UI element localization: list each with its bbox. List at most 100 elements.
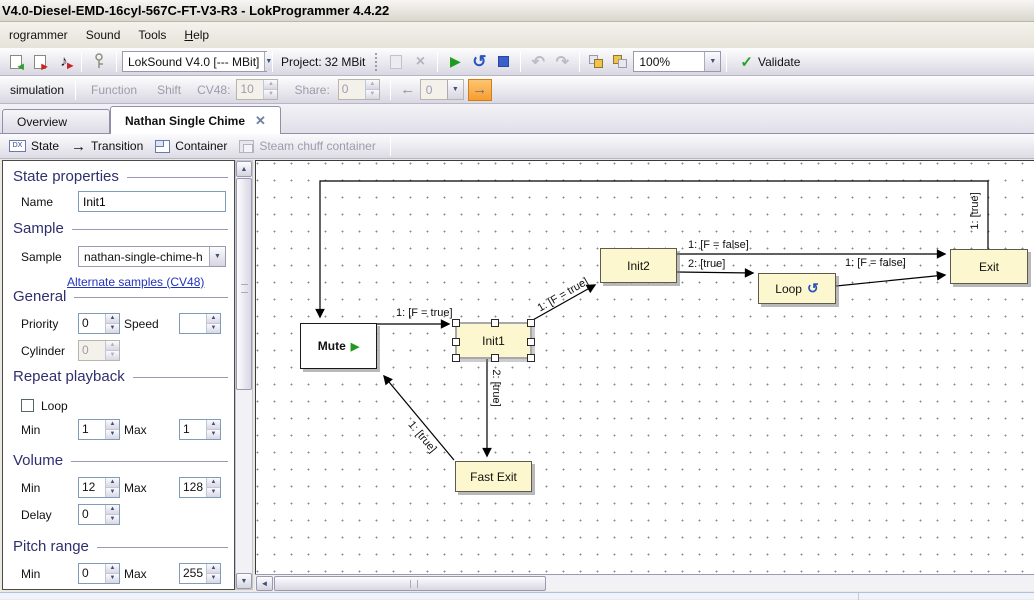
spin-up-icon[interactable]: ▲ <box>106 314 119 324</box>
spin-down-icon[interactable]: ▼ <box>106 430 119 439</box>
next-button[interactable]: → <box>468 79 492 101</box>
repeat-min-stepper[interactable]: 1 ▲▼ <box>78 419 120 440</box>
tab-nathan-single-chime[interactable]: Nathan Single Chime ✕ <box>110 106 281 134</box>
resize-handle[interactable] <box>491 319 499 327</box>
scroll-up-icon[interactable]: ▲ <box>236 161 252 177</box>
chevron-down-icon: ▼ <box>209 247 225 266</box>
transition-loop-to-exit[interactable] <box>836 275 945 286</box>
spin-up-icon[interactable]: ▲ <box>106 478 119 488</box>
cv48-stepper: 10 ▲▼ <box>236 79 278 100</box>
spin-down-icon[interactable]: ▼ <box>106 515 119 524</box>
canvas-horizontal-scrollbar[interactable]: ◄ <box>255 574 1034 591</box>
stop-button[interactable] <box>491 50 515 74</box>
write-decoder-button[interactable]: ► <box>28 50 52 74</box>
validate-button[interactable]: ✓ Validate <box>732 50 808 74</box>
loop-checkbox[interactable] <box>21 399 34 412</box>
diagram-toolbar: DX State → Transition Container Steam ch… <box>0 134 1034 159</box>
spin-down-icon[interactable]: ▼ <box>207 574 220 583</box>
scrollbar-thumb[interactable] <box>236 178 252 390</box>
read-decoder-button[interactable]: ◄ <box>4 50 28 74</box>
menu-tools[interactable]: Tools <box>129 24 175 46</box>
resize-handle[interactable] <box>452 354 460 362</box>
close-tab-icon[interactable]: ✕ <box>255 113 266 129</box>
speed-label: Speed <box>124 317 179 331</box>
name-input[interactable] <box>78 191 226 212</box>
spin-up-icon[interactable]: ▲ <box>106 505 119 515</box>
loop-play-button[interactable]: ↺ <box>467 50 491 74</box>
spin-down-icon[interactable]: ▼ <box>106 324 119 333</box>
spin-up-icon[interactable]: ▲ <box>106 420 119 430</box>
stop-icon <box>498 56 509 67</box>
state-tool-button[interactable]: DX State <box>6 139 62 153</box>
delete-icon: × <box>408 50 432 74</box>
redo-button-disabled: ↷ <box>550 50 574 74</box>
spin-up-icon[interactable]: ▲ <box>106 564 119 574</box>
simulation-label: simulation <box>4 83 70 97</box>
project-label: Project: <box>281 55 322 69</box>
scroll-down-icon[interactable]: ▼ <box>236 573 252 589</box>
tab-overview[interactable]: Overview <box>2 109 110 134</box>
spin-down-icon[interactable]: ▼ <box>207 488 220 497</box>
state-node-fast-exit[interactable]: Fast Exit <box>455 461 532 492</box>
state-node-mute[interactable]: Mute ▶ <box>300 323 377 369</box>
transition-tool-button[interactable]: → Transition <box>68 138 146 155</box>
zoom-out-button[interactable] <box>609 50 633 74</box>
pitch-min-stepper[interactable]: 0 ▲▼ <box>78 563 120 584</box>
repeat-max-stepper[interactable]: 1 ▲▼ <box>179 419 221 440</box>
scroll-left-icon[interactable]: ◄ <box>256 576 273 591</box>
scrollbar-thumb[interactable] <box>274 576 546 591</box>
priority-stepper[interactable]: 0 ▲▼ <box>78 313 120 334</box>
container-tool-button[interactable]: Container <box>152 139 230 153</box>
undo-icon: ↶ <box>532 52 545 72</box>
resize-handle[interactable] <box>527 319 535 327</box>
resize-handle[interactable] <box>491 354 499 362</box>
menu-help[interactable]: Help <box>175 24 218 46</box>
volume-max-stepper[interactable]: 128 ▲▼ <box>179 477 221 498</box>
spin-up-icon[interactable]: ▲ <box>207 420 220 430</box>
transition-label: 2: [true] <box>688 258 725 270</box>
play-button[interactable]: ▶ <box>443 50 467 74</box>
simulation-toolbar: simulation Function Shift CV48: 10 ▲▼ Sh… <box>0 76 1034 104</box>
state-node-exit[interactable]: Exit <box>950 249 1028 284</box>
transition-init2-to-loop[interactable] <box>677 272 753 273</box>
spin-down-icon[interactable]: ▼ <box>106 488 119 497</box>
write-sound-button[interactable]: ♪► <box>52 50 76 74</box>
chevron-down-icon: ▼ <box>704 52 720 71</box>
transition-fastexit-to-mute[interactable] <box>384 376 454 460</box>
decoder-type-combo[interactable]: LokSound V4.0 [--- MBit] ▼ <box>122 51 267 72</box>
speed-stepper[interactable]: ▲▼ <box>179 313 221 334</box>
panel-vertical-scrollbar[interactable]: ▲ ▼ <box>235 160 253 590</box>
spin-up-icon[interactable]: ▲ <box>207 314 220 324</box>
diagram-canvas[interactable]: 1: [F = true] 1: [F = true] 1: [F = fals… <box>255 160 1034 574</box>
state-node-loop[interactable]: Loop ↺ <box>758 273 836 304</box>
spin-up-icon[interactable]: ▲ <box>207 478 220 488</box>
resize-handle[interactable] <box>452 319 460 327</box>
cv48-label: CV48: <box>191 83 236 97</box>
resize-handle[interactable] <box>527 338 535 346</box>
min-label: Min <box>21 567 78 581</box>
spin-down-icon[interactable]: ▼ <box>207 430 220 439</box>
previous-button-disabled: ← <box>396 79 420 101</box>
chevron-down-icon: ▼ <box>447 80 463 99</box>
sample-combo[interactable]: nathan-single-chime-h ▼ <box>78 246 226 267</box>
pitch-max-stepper[interactable]: 255 ▲▼ <box>179 563 221 584</box>
section-header: Sample <box>13 220 64 237</box>
play-icon: ▶ <box>450 53 461 70</box>
resize-handle[interactable] <box>452 338 460 346</box>
zoom-level-combo[interactable]: 100% ▼ <box>633 51 721 72</box>
cylinder-label: Cylinder <box>21 344 78 358</box>
menu-programmer[interactable]: rogrammer <box>0 24 77 46</box>
resize-handle[interactable] <box>527 354 535 362</box>
zoom-in-button[interactable] <box>585 50 609 74</box>
menu-sound[interactable]: Sound <box>77 24 130 46</box>
delay-stepper[interactable]: 0 ▲▼ <box>78 504 120 525</box>
spin-down-icon[interactable]: ▼ <box>207 324 220 333</box>
spin-up-icon[interactable]: ▲ <box>207 564 220 574</box>
state-node-init2[interactable]: Init2 <box>600 248 677 283</box>
programmer-button[interactable] <box>87 50 111 74</box>
state-node-init1[interactable]: Init1 <box>455 322 532 359</box>
spin-up-icon: ▲ <box>106 341 119 351</box>
volume-min-stepper[interactable]: 12 ▲▼ <box>78 477 120 498</box>
transition-label: 1: [F = false] <box>845 257 906 269</box>
spin-down-icon[interactable]: ▼ <box>106 574 119 583</box>
